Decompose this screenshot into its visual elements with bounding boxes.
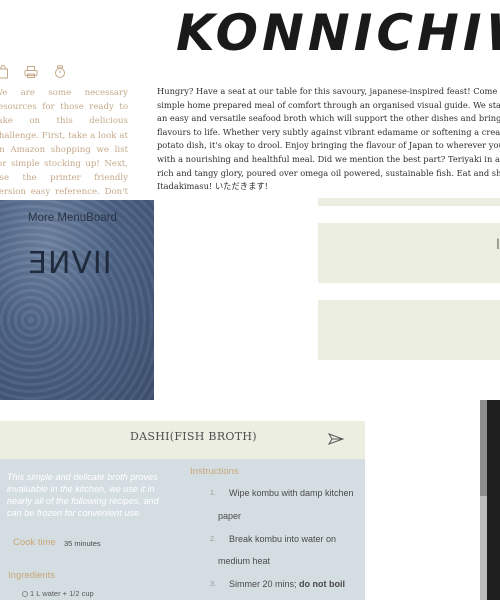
resources-text: We are some necessary resources for thos… [0, 88, 128, 198]
more-menuboard-card[interactable]: More MenuBoard ƎИⅤII [0, 200, 154, 400]
intro-line: potato dish, it's okay to drool. Enjoy b… [157, 140, 500, 151]
menu-card-logo: ƎИⅤII [28, 246, 113, 281]
panel-mark: I [495, 237, 500, 253]
intro-line: flavours to life. Whether very subtly ag… [157, 126, 500, 137]
intro-line: Hungry? Have a seat at our table for thi… [157, 86, 500, 96]
instruction-step: 3. Simmer 20 mins; do not boil [210, 573, 345, 596]
bag-icon[interactable] [0, 64, 11, 79]
recipe-card: DASHI(FISH BROTH) This simple and delica… [0, 421, 365, 600]
ingredient-item: 1 L water + 1/2 cup [22, 589, 94, 598]
recipe-description: This simple and delicate broth proves in… [7, 472, 159, 518]
instruction-step-continued: paper [218, 505, 241, 528]
content-panel[interactable]: I [318, 223, 500, 283]
step-number: 1. [210, 488, 217, 497]
card-texture [0, 200, 154, 400]
side-media-panel [480, 400, 500, 600]
scrollbar-thumb[interactable] [480, 496, 487, 600]
recipe-header[interactable]: DASHI(FISH BROTH) [0, 421, 365, 459]
ingredients-label: Ingredients [8, 570, 56, 581]
step-text: paper [218, 511, 242, 521]
cook-time-value: 35 minutes [64, 539, 101, 548]
instructions-label: Instructions [190, 466, 239, 477]
bullet-icon [22, 591, 28, 597]
step-text: Wipe kombu with damp kitchen [229, 488, 354, 498]
step-text: Simmer 20 mins; [229, 579, 300, 589]
print-icon[interactable] [24, 64, 38, 78]
step-emphasis: do not boil [299, 579, 345, 589]
step-text: medium heat [218, 556, 271, 566]
cook-time-label: Cook time [13, 537, 56, 548]
intro-line: rich and tangy glory, poured over omega … [157, 167, 500, 178]
instruction-step: 1. Wipe kombu with damp kitchen [210, 482, 354, 505]
instruction-step-continued: medium heat [218, 550, 270, 573]
step-number: 3. [210, 579, 217, 588]
intro-line: simple home prepared meal of comfort thr… [157, 99, 500, 110]
step-number: 2. [210, 534, 217, 543]
intro-line: an easy and versatile seafood broth whic… [157, 113, 500, 124]
ingredient-text: 1 L water + 1/2 cup [30, 589, 94, 598]
content-panel[interactable] [318, 300, 500, 360]
menu-card-title: More MenuBoard [28, 212, 117, 224]
instruction-step: 2. Break kombu into water on [210, 528, 337, 551]
brand-title: KONNICHIWA [176, 4, 500, 62]
panel-strip [318, 198, 500, 206]
step-text: Break kombu into water on [229, 534, 337, 544]
intro-line: Itadakimasu! いただきます! [157, 181, 268, 192]
send-icon[interactable] [327, 430, 345, 445]
timer-icon[interactable] [54, 64, 68, 78]
intro-paragraph: Hungry? Have a seat at our table for thi… [157, 85, 500, 197]
intro-line: with a nourishing and healthful meal. Di… [157, 153, 500, 164]
recipe-title: DASHI(FISH BROTH) [130, 430, 257, 443]
